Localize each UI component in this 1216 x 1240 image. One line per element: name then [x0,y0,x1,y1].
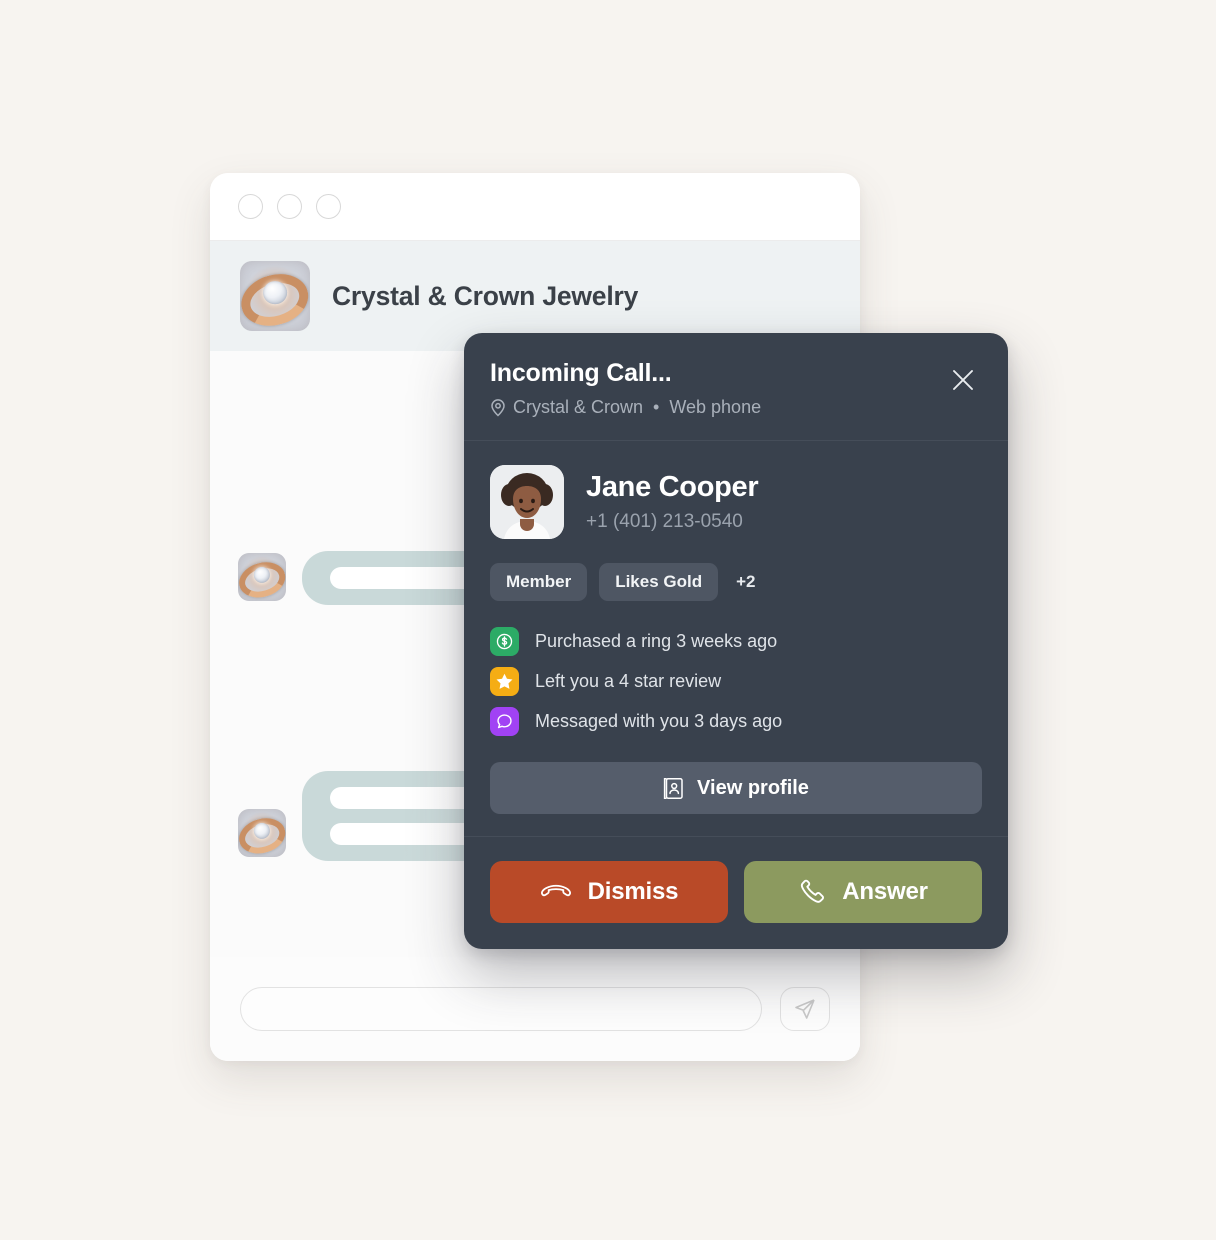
contact-identity: Jane Cooper +1 (401) 213-0540 [490,465,982,540]
close-icon [953,370,973,390]
view-profile-label: View profile [697,776,809,799]
call-panel-body: Jane Cooper +1 (401) 213-0540 Member Lik… [464,441,1008,836]
tags-overflow-count[interactable]: +2 [736,572,755,592]
contact-portrait-illustration [490,465,564,540]
ring-photo-avatar [238,553,286,601]
view-profile-button[interactable]: View profile [490,762,982,815]
send-button[interactable] [780,987,830,1031]
call-panel-footer: Dismiss Answer [464,836,1008,949]
window-dot-close[interactable] [238,194,263,219]
activity-text: Purchased a ring 3 weeks ago [535,631,778,652]
subtitle-separator: • [653,396,660,417]
dismiss-button[interactable]: Dismiss [490,861,728,924]
tag-chip[interactable]: Member [490,563,588,602]
shop-name: Crystal & Crown Jewelry [332,280,639,311]
contact-activity-list: Purchased a ring 3 weeks ago Left you a … [490,627,982,737]
message-input[interactable] [240,987,762,1031]
window-dot-maximize[interactable] [316,194,341,219]
activity-item: Left you a 4 star review [490,667,982,697]
answer-label: Answer [842,878,928,906]
activity-text: Left you a 4 star review [535,671,722,692]
contact-photo-avatar [490,465,564,540]
chat-bubble-icon [490,707,519,737]
screen-root: Crystal & Crown Jewelry Incoming Call...… [0,0,1216,1240]
answer-button[interactable]: Answer [744,861,982,924]
incoming-call-panel: Incoming Call... Crystal & Crown • Web p… [464,333,1008,950]
close-button[interactable] [946,363,980,397]
ring-photo-avatar [240,261,310,331]
activity-item: Purchased a ring 3 weeks ago [490,627,982,657]
dollar-coin-icon [490,627,519,657]
dismiss-label: Dismiss [587,878,679,906]
location-pin-icon [491,399,505,417]
window-titlebar [210,173,860,241]
phone-handset-icon [801,880,825,904]
send-paper-plane-icon [795,999,815,1019]
contact-card-icon [663,777,683,799]
call-location: Crystal & Crown [513,396,644,417]
call-panel-subtitle: Crystal & Crown • Web phone [490,397,761,419]
message-composer [210,957,860,1061]
tag-chip[interactable]: Likes Gold [599,563,719,602]
contact-tags: Member Likes Gold +2 [490,563,982,602]
activity-item: Messaged with you 3 days ago [490,707,982,737]
call-panel-header: Incoming Call... Crystal & Crown • Web p… [464,333,1008,442]
call-channel: Web phone [669,396,762,417]
window-dot-minimize[interactable] [277,194,302,219]
phone-hangup-icon [540,885,571,897]
call-panel-title: Incoming Call... [490,359,672,387]
activity-text: Messaged with you 3 days ago [535,711,783,732]
contact-phone: +1 (401) 213-0540 [586,510,743,532]
contact-name: Jane Cooper [586,470,759,503]
ring-photo-avatar [238,809,286,857]
star-icon [490,667,519,697]
